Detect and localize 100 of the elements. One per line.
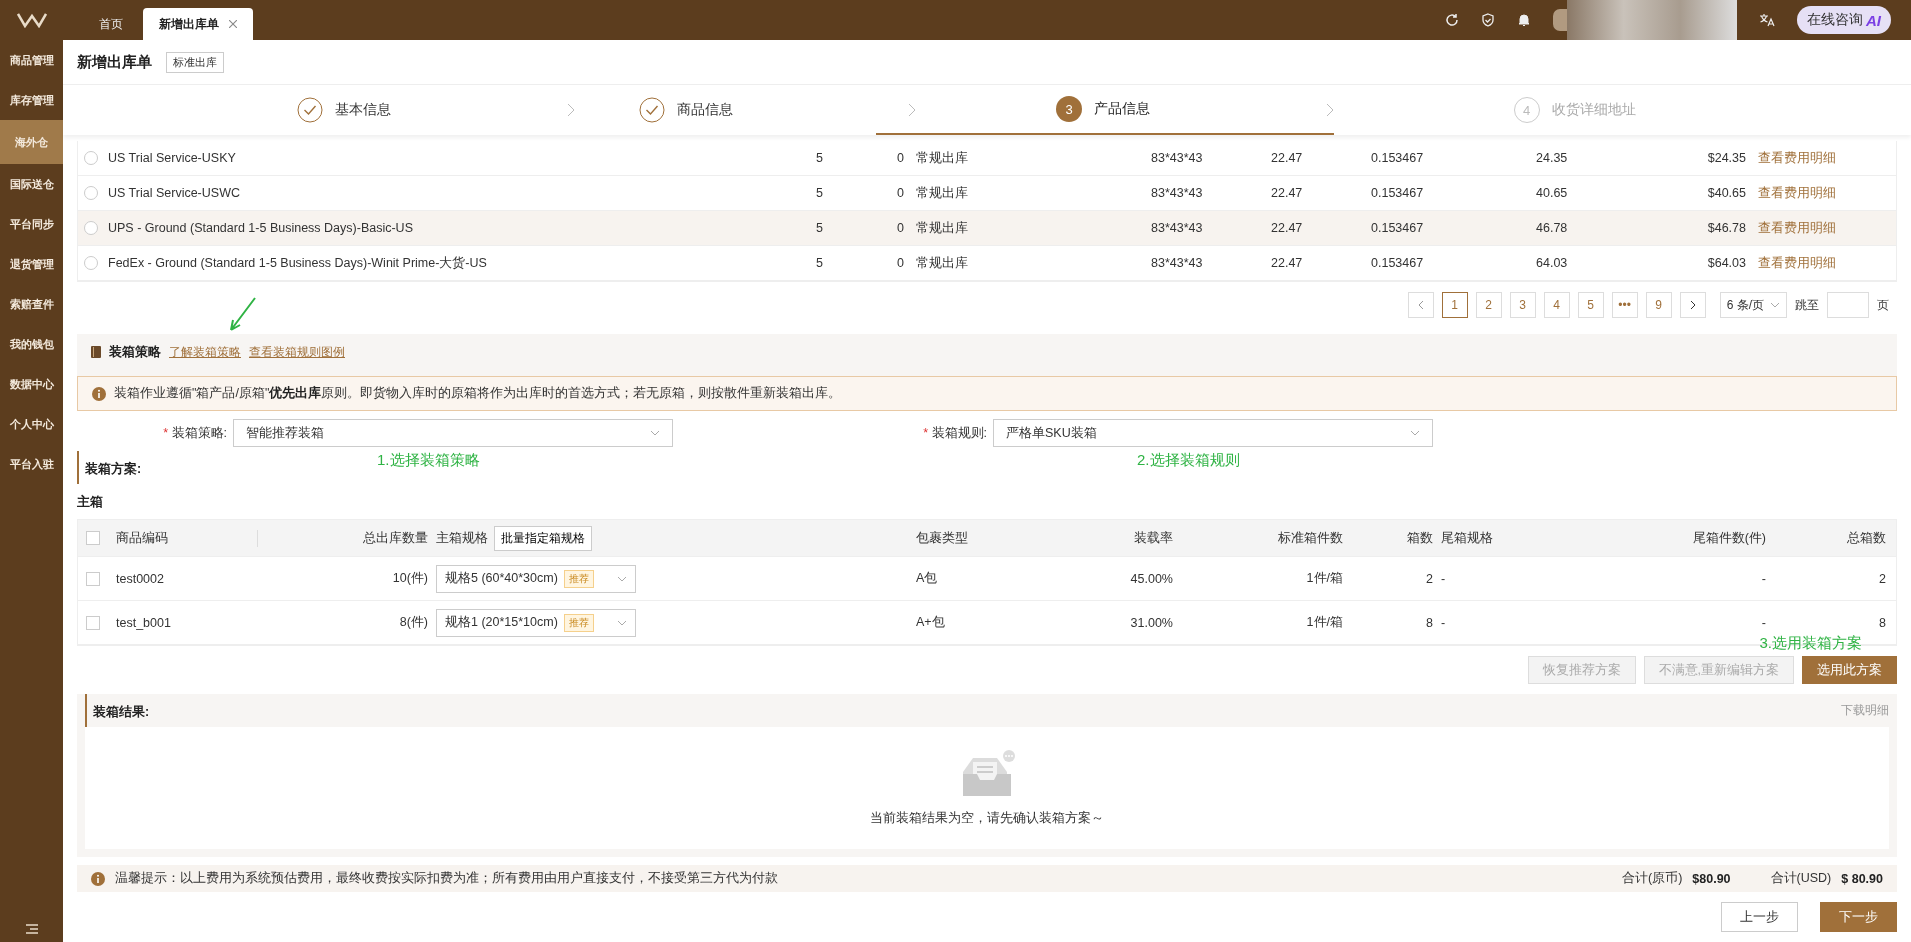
- annotation-text: 2.选择装箱规则: [1137, 451, 1240, 470]
- sidebar-item[interactable]: 我的钱包: [0, 324, 63, 364]
- fee-detail-link[interactable]: 查看费用明细: [1746, 149, 1896, 167]
- table-cell-text: 83*43*43: [1151, 221, 1204, 235]
- help-link[interactable]: 查看装箱规则图例: [249, 343, 345, 361]
- fee-detail-link[interactable]: 查看费用明细: [1746, 254, 1896, 272]
- table-cell-text: 0: [896, 256, 904, 270]
- radio-button[interactable]: [84, 186, 98, 200]
- table-cell-text: 24.35: [1536, 151, 1569, 165]
- step-done-icon: [297, 97, 323, 123]
- book-icon: [91, 346, 101, 358]
- radio-button[interactable]: [84, 151, 98, 165]
- step-number: 3: [1056, 96, 1082, 122]
- price-cell-text: $40.65: [1706, 186, 1746, 200]
- bell-icon[interactable]: [1517, 13, 1531, 27]
- sidebar-item[interactable]: 库存管理: [0, 80, 63, 120]
- jump-page-input[interactable]: [1827, 292, 1869, 318]
- chevron-down-icon: [617, 619, 627, 626]
- tab[interactable]: 新增出库单: [143, 8, 253, 40]
- shield-icon[interactable]: [1481, 13, 1495, 27]
- tab[interactable]: 首页: [83, 8, 139, 40]
- checkbox[interactable]: [86, 615, 100, 630]
- step-nav-button[interactable]: 上一步: [1721, 902, 1798, 932]
- plan-action-button[interactable]: 选用此方案: [1802, 656, 1897, 684]
- box-spec-select[interactable]: 规格1 (20*15*10cm) 推荐: [436, 608, 636, 637]
- table-row[interactable]: US Trial Service-USKY 5 0 常规出库 83*43*43 22.47 0.153467 24.35 $24.35 查看费用明细: [78, 141, 1896, 176]
- table-cell-text: 常规出库: [915, 219, 969, 237]
- select-value: 规格1 (20*15*10cm): [445, 614, 558, 631]
- sidebar-item[interactable]: 平台入驻: [0, 444, 63, 484]
- table-cell-text: 0: [896, 221, 904, 235]
- column-header: 总出库数量: [362, 529, 428, 547]
- help-link[interactable]: 了解装箱策略: [169, 343, 241, 361]
- table-cell-text: 10(件): [391, 570, 428, 587]
- select-field[interactable]: 智能推荐装箱: [233, 419, 673, 447]
- sidebar-item[interactable]: 退货管理: [0, 244, 63, 284]
- refresh-icon[interactable]: [1445, 13, 1459, 27]
- prev-page-button[interactable]: [1407, 292, 1434, 318]
- radio-button[interactable]: [84, 256, 98, 270]
- sidebar-item[interactable]: 商品管理: [0, 40, 63, 80]
- table-cell-text: 5: [815, 186, 823, 200]
- batch-spec-button[interactable]: 批量指定箱规格: [494, 525, 592, 551]
- column-header: 商品编码: [108, 529, 258, 547]
- page-button[interactable]: 4: [1543, 292, 1570, 318]
- table-cell-text: 8: [1425, 615, 1433, 630]
- table-cell-text: 0: [896, 151, 904, 165]
- table-cell-text: -: [1440, 571, 1447, 586]
- page-button[interactable]: 9: [1645, 292, 1672, 318]
- step-nav-button[interactable]: 下一步: [1820, 902, 1897, 932]
- online-consult-button[interactable]: 在线咨询 AI: [1797, 6, 1891, 34]
- table-cell-text: 64.03: [1536, 256, 1569, 270]
- next-page-button[interactable]: [1679, 292, 1706, 318]
- ai-label: AI: [1866, 11, 1881, 29]
- step-label: 产品信息: [1094, 100, 1150, 118]
- annotation-text: 3.选用装箱方案: [1759, 634, 1862, 653]
- table-cell-text: 45.00%: [1129, 571, 1173, 586]
- chevron-icon: [1325, 103, 1334, 117]
- sidebar-item[interactable]: 索赔查件: [0, 284, 63, 324]
- recommended-badge: 推荐: [563, 569, 594, 588]
- table-cell-text: 8: [1878, 615, 1886, 630]
- table-cell-text: 22.47: [1271, 221, 1304, 235]
- checkbox[interactable]: [86, 531, 100, 545]
- page-button[interactable]: 5: [1577, 292, 1604, 318]
- radio-button[interactable]: [84, 221, 98, 235]
- table-cell-text: 8(件): [398, 614, 428, 631]
- sidebar-item[interactable]: 国际送仓: [0, 164, 63, 204]
- page-button[interactable]: 3: [1509, 292, 1536, 318]
- page-unit-label: 页: [1877, 296, 1889, 314]
- chevron-down-icon: [617, 575, 627, 582]
- field-label: 装箱规则:: [931, 425, 987, 440]
- column-header: 包裹类型: [915, 529, 969, 547]
- table-cell-text: 22.47: [1271, 151, 1304, 165]
- menu-icon[interactable]: [25, 924, 38, 934]
- translate-icon[interactable]: [1759, 13, 1775, 27]
- table-row[interactable]: UPS - Ground (Standard 1-5 Business Days)-Basic-US 5 0 常规出库 83*43*43 22.47 0.153467 46.78 $46.78 查看费用明细: [78, 211, 1896, 246]
- table-cell-text: 46.78: [1536, 221, 1569, 235]
- page-size-select[interactable]: 6 条/页: [1719, 292, 1787, 318]
- info-icon: [91, 871, 105, 886]
- fee-detail-link[interactable]: 查看费用明细: [1746, 219, 1896, 237]
- page-button[interactable]: 1: [1441, 292, 1468, 318]
- fee-detail-link[interactable]: 查看费用明细: [1746, 184, 1896, 202]
- checkbox[interactable]: [86, 571, 100, 586]
- column-header: 箱数: [1406, 529, 1433, 547]
- service-name: FedEx - Ground (Standard 1-5 Business Days)-Winit Prime-大货-US: [108, 254, 488, 272]
- table-cell-text: 常规出库: [915, 254, 969, 272]
- sidebar-item[interactable]: 数据中心: [0, 364, 63, 404]
- column-header: 尾箱规格: [1440, 529, 1494, 547]
- sidebar-item[interactable]: 个人中心: [0, 404, 63, 444]
- price-cell-text: $24.35: [1706, 151, 1746, 165]
- page-button[interactable]: 2: [1475, 292, 1502, 318]
- box-spec-select[interactable]: 规格5 (60*40*30cm) 推荐: [436, 564, 636, 593]
- select-field[interactable]: 严格单SKU装箱: [993, 419, 1433, 447]
- info-icon: [92, 386, 106, 401]
- chevron-left-icon: [1417, 300, 1424, 310]
- avatar-placeholder[interactable]: [1553, 9, 1567, 31]
- page-button[interactable]: •••: [1611, 292, 1638, 318]
- total-label: 合计(原币): [1622, 870, 1683, 887]
- table-row[interactable]: FedEx - Ground (Standard 1-5 Business Days)-Winit Prime-大货-US 5 0 常规出库 83*43*43 22.47 0.153467 64.03 $64.03 查看费用明细: [78, 246, 1896, 281]
- service-name: US Trial Service-USWC: [108, 186, 241, 200]
- sidebar-item[interactable]: 平台同步: [0, 204, 63, 244]
- close-icon[interactable]: [229, 20, 237, 28]
